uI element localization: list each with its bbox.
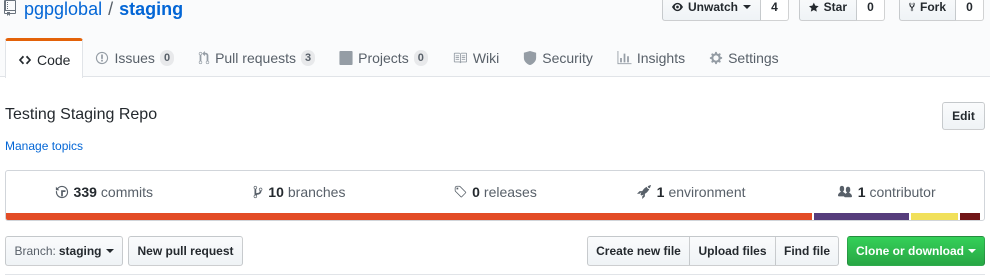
repo-owner-link[interactable]: pgpglobal bbox=[24, 0, 102, 20]
star-icon bbox=[809, 2, 819, 12]
tab-wiki-label: Wiki bbox=[472, 49, 500, 66]
tag-icon bbox=[454, 185, 467, 198]
language-bar-segment bbox=[959, 213, 981, 220]
issue-icon bbox=[96, 51, 109, 64]
shield-icon bbox=[524, 50, 537, 65]
project-icon bbox=[339, 50, 353, 65]
contributors-count: 1 bbox=[857, 184, 866, 200]
tab-settings-label: Settings bbox=[728, 49, 779, 66]
tab-pull-requests-label: Pull requests bbox=[215, 49, 296, 66]
stargazers-count[interactable]: 0 bbox=[857, 0, 885, 21]
create-new-file-button[interactable]: Create new file bbox=[587, 236, 690, 266]
contributors-link[interactable]: 1 contributor bbox=[788, 171, 984, 213]
code-icon bbox=[18, 55, 32, 64]
edit-description-button[interactable]: Edit bbox=[942, 102, 985, 130]
upload-files-button[interactable]: Upload files bbox=[689, 236, 776, 266]
chevron-down-icon bbox=[743, 5, 751, 9]
releases-label: releases bbox=[483, 184, 537, 200]
contributors-label: contributor bbox=[869, 184, 936, 200]
commits-link[interactable]: 339 commits bbox=[6, 171, 202, 213]
tab-settings[interactable]: Settings bbox=[697, 38, 791, 77]
repo-path-separator: / bbox=[108, 0, 114, 19]
repo-name-link[interactable]: staging bbox=[119, 0, 183, 20]
clone-or-download-label: Clone or download bbox=[856, 244, 964, 258]
commits-count: 339 bbox=[73, 184, 97, 200]
chevron-down-icon bbox=[105, 249, 114, 253]
watch-action: Unwatch 4 bbox=[662, 0, 789, 21]
find-file-button[interactable]: Find file bbox=[775, 236, 839, 266]
repo-description: Testing Staging Repo bbox=[5, 106, 158, 123]
eye-icon bbox=[672, 2, 683, 12]
fork-action: Fork 0 bbox=[899, 0, 984, 21]
tab-insights-label: Insights bbox=[636, 49, 686, 66]
language-bar-segment bbox=[6, 213, 814, 220]
fork-icon bbox=[909, 2, 915, 12]
forks-count[interactable]: 0 bbox=[956, 0, 984, 21]
divider bbox=[5, 274, 985, 275]
releases-link[interactable]: 0 releases bbox=[397, 171, 593, 213]
tab-security-label: Security bbox=[542, 49, 593, 66]
branches-link[interactable]: 10 branches bbox=[202, 171, 398, 213]
commits-label: commits bbox=[100, 184, 154, 200]
tab-insights[interactable]: Insights bbox=[605, 38, 697, 77]
repo-title: pgpglobal / staging bbox=[4, 0, 183, 21]
numbers-summary: 339 commits 10 branches 0 releases 1 env… bbox=[5, 170, 985, 221]
fork-button[interactable]: Fork bbox=[899, 0, 956, 21]
new-pull-request-button[interactable]: New pull request bbox=[128, 236, 243, 266]
gear-icon bbox=[709, 51, 723, 64]
branches-label: branches bbox=[287, 184, 346, 200]
pull-request-icon bbox=[198, 50, 210, 64]
tab-code-label: Code bbox=[37, 51, 71, 68]
repo-nav-tabs: Code Issues 0 Pull requests 3 Projects 0… bbox=[5, 38, 791, 78]
tab-wiki[interactable]: Wiki bbox=[440, 38, 511, 77]
chevron-down-icon bbox=[968, 249, 976, 253]
repo-header: pgpglobal / staging Unwatch 4 Star 0 For… bbox=[0, 0, 990, 78]
fork-label: Fork bbox=[919, 0, 946, 14]
tab-code[interactable]: Code bbox=[5, 38, 84, 78]
tab-security[interactable]: Security bbox=[511, 38, 605, 77]
graph-icon bbox=[617, 50, 632, 64]
git-branch-icon bbox=[253, 185, 263, 199]
tab-issues-label: Issues bbox=[114, 49, 155, 66]
star-action: Star 0 bbox=[799, 0, 885, 21]
unwatch-label: Unwatch bbox=[687, 0, 738, 14]
star-label: Star bbox=[823, 0, 847, 14]
issues-count-badge: 0 bbox=[159, 49, 175, 66]
rocket-icon bbox=[636, 185, 651, 199]
projects-count-badge: 0 bbox=[413, 49, 428, 66]
star-button[interactable]: Star bbox=[799, 0, 857, 21]
language-bar-segment bbox=[910, 213, 960, 220]
people-icon bbox=[837, 185, 852, 198]
environments-count: 1 bbox=[656, 184, 665, 200]
tab-issues[interactable]: Issues 0 bbox=[83, 38, 186, 77]
branches-count: 10 bbox=[268, 184, 284, 200]
branch-select-button[interactable]: Branch: staging bbox=[5, 236, 123, 266]
repo-icon bbox=[4, 0, 18, 18]
tab-pull-requests[interactable]: Pull requests 3 bbox=[186, 38, 327, 77]
releases-count: 0 bbox=[472, 184, 480, 200]
branch-name: staging bbox=[58, 244, 102, 258]
watchers-count[interactable]: 4 bbox=[761, 0, 789, 21]
environments-label: environment bbox=[668, 184, 746, 200]
environments-link[interactable]: 1 environment bbox=[593, 171, 789, 213]
manage-topics-link[interactable]: Manage topics bbox=[5, 139, 83, 153]
repository-language-bar[interactable] bbox=[6, 213, 984, 220]
tab-projects-label: Projects bbox=[358, 49, 409, 66]
clone-or-download-button[interactable]: Clone or download bbox=[847, 236, 985, 266]
book-icon bbox=[453, 52, 467, 63]
unwatch-button[interactable]: Unwatch bbox=[662, 0, 761, 21]
branch-prefix: Branch: bbox=[14, 244, 56, 258]
history-icon bbox=[55, 185, 68, 199]
tab-projects[interactable]: Projects 0 bbox=[327, 38, 440, 77]
pull-requests-count-badge: 3 bbox=[301, 49, 316, 66]
language-bar-segment bbox=[813, 213, 911, 220]
